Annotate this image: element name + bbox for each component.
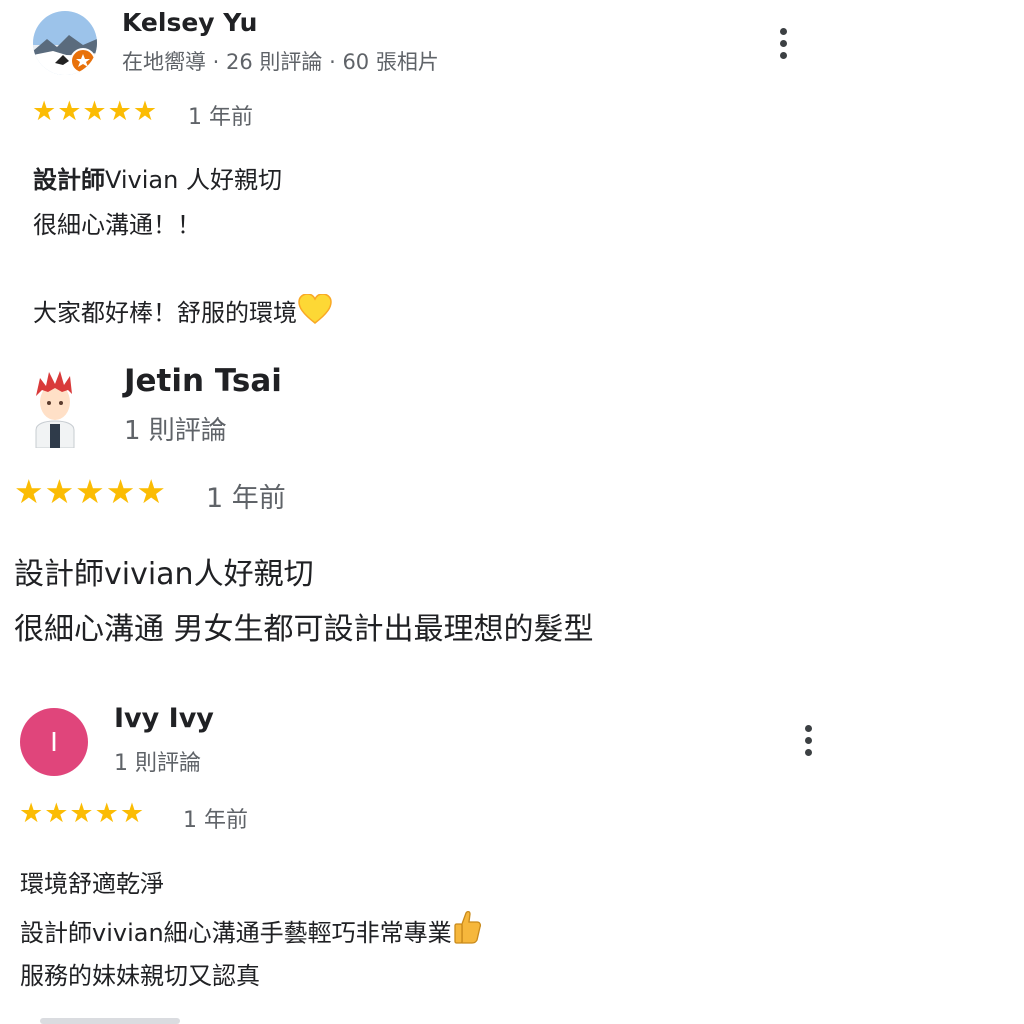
review-text-line: 設計師vivian人好親切 (14, 557, 314, 592)
review-text-line: 服務的妹妹親切又認真 (20, 962, 260, 990)
scroll-handle (40, 1018, 180, 1024)
review-text-line: 大家都好棒！舒服的環境 (33, 293, 332, 328)
reviewer-meta: 在地嚮導 · 26 則評論 · 60 張相片 (122, 50, 439, 74)
review-time: 1 年前 (188, 105, 253, 130)
reviewer-name[interactable]: Ivy Ivy (114, 703, 214, 734)
reviewer-name[interactable]: Kelsey Yu (122, 8, 257, 37)
review-text-line: 很細心溝通！！ (33, 211, 201, 239)
star-rating: ★★★★★ (14, 472, 167, 511)
reviewer-meta: 1 則評論 (124, 416, 227, 446)
review-time: 1 年前 (183, 808, 248, 833)
reviewer-meta: 1 則評論 (114, 751, 201, 776)
review-text-line: 設計師Vivian 人好親切 (33, 166, 282, 194)
more-options-icon[interactable] (773, 28, 793, 59)
review-text-line: 設計師vivian細心溝通手藝輕巧非常專業 (20, 910, 481, 948)
reviewer-avatar[interactable] (33, 11, 97, 75)
star-rating: ★★★★★ (32, 96, 159, 127)
review-text-line: 很細心溝通 男女生都可設計出最理想的髮型 (14, 612, 594, 647)
yellow-heart-icon (298, 294, 332, 324)
review-time: 1 年前 (206, 483, 286, 514)
review-text-line: 環境舒適乾淨 (20, 870, 164, 898)
thumbs-up-icon (454, 910, 481, 944)
mountain-photo-avatar-icon (33, 11, 97, 75)
anime-character-avatar-icon (35, 371, 75, 448)
more-options-icon[interactable] (798, 725, 818, 756)
reviewer-avatar[interactable]: I (20, 708, 88, 776)
reviewer-name[interactable]: Jetin Tsai (124, 363, 282, 399)
star-rating: ★★★★★ (19, 798, 146, 829)
reviewer-avatar[interactable] (22, 368, 88, 448)
